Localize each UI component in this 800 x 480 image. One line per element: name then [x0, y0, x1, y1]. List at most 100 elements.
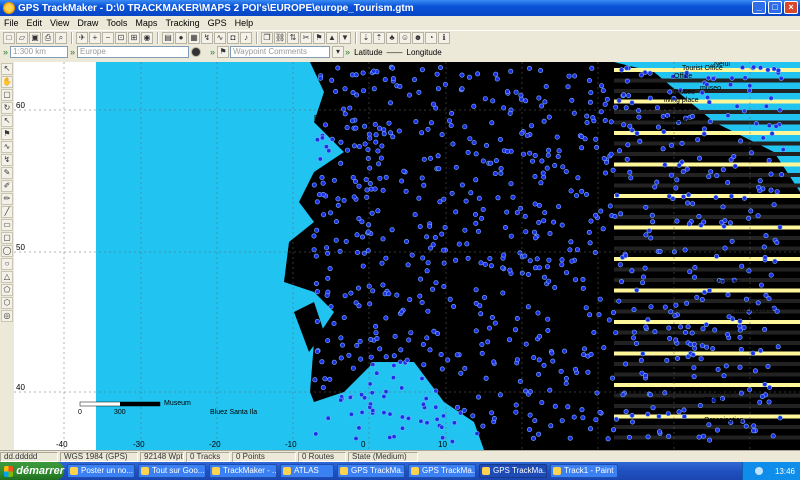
poi-marker — [771, 66, 777, 72]
zoom-box-icon[interactable]: ⊡ — [115, 31, 127, 44]
poi-marker — [559, 257, 565, 263]
find-icon[interactable]: ⌕ — [55, 31, 67, 44]
rounded-rect-icon[interactable]: ▢ — [1, 232, 13, 244]
zoom-in-icon[interactable]: + — [89, 31, 101, 44]
line-icon[interactable]: ╱ — [1, 206, 13, 218]
print-icon[interactable]: ⎙ — [42, 31, 54, 44]
waypoint-icon[interactable]: ⚑ — [313, 31, 325, 44]
arrow-up-icon[interactable]: ▲ — [326, 31, 338, 44]
menu-file[interactable]: File — [4, 18, 19, 28]
network-icon[interactable] — [754, 467, 763, 475]
audio-icon[interactable]: ♪ — [240, 31, 252, 44]
link-icon[interactable]: ⛓ — [274, 31, 286, 44]
menu-tracking[interactable]: Tracking — [165, 18, 199, 28]
close-button[interactable]: × — [784, 1, 798, 14]
taskbar-button[interactable]: Tout sur Goo... — [138, 464, 206, 478]
zoom-out-icon[interactable]: − — [102, 31, 114, 44]
menu-view[interactable]: View — [50, 18, 69, 28]
menu-tools[interactable]: Tools — [106, 18, 127, 28]
expand-arrow-icon[interactable]: » — [345, 47, 350, 57]
menu-edit[interactable]: Edit — [27, 18, 43, 28]
pentagon-icon[interactable]: ⬠ — [1, 284, 13, 296]
taskbar-button[interactable]: ATLAS — [280, 464, 334, 478]
tree-icon[interactable]: ♣ — [386, 31, 398, 44]
target-icon[interactable]: ◎ — [1, 310, 13, 322]
circle-icon[interactable]: ○ — [1, 258, 13, 270]
triangle-icon[interactable]: △ — [1, 271, 13, 283]
map-view[interactable]: 60 50 40 -40 -30 -20 -10 0 10 20 30 40 50 0 300 Peak Ha… — [14, 62, 800, 450]
start-button[interactable]: démarrer — [0, 462, 64, 480]
expand-arrow-icon[interactable]: » — [210, 47, 215, 57]
person2-icon[interactable]: ☻ — [412, 31, 424, 44]
taskbar-button[interactable]: TrackMaker - ... — [209, 464, 277, 478]
scissors-icon[interactable]: ✂ — [300, 31, 312, 44]
pan-icon[interactable]: ✋ — [1, 76, 13, 88]
new-icon[interactable]: □ — [3, 31, 15, 44]
expand-arrow-icon[interactable]: » — [3, 47, 8, 57]
open-icon[interactable]: ▱ — [16, 31, 28, 44]
gps-receive-icon[interactable]: ⇣ — [360, 31, 372, 44]
map-icon[interactable]: ▦ — [188, 31, 200, 44]
gps-icon[interactable]: ✈ — [76, 31, 88, 44]
taskbar-button[interactable]: GPS TrackMa... — [337, 464, 405, 478]
poi-marker — [513, 409, 519, 415]
taskbar-button[interactable]: Poster un no... — [67, 464, 135, 478]
waypoint-tool-icon[interactable]: ⚑ — [1, 128, 13, 140]
sort-icon[interactable]: ⇅ — [287, 31, 299, 44]
route-icon[interactable]: ↯ — [201, 31, 213, 44]
pointer-icon[interactable]: ↖ — [1, 115, 13, 127]
expand-arrow-icon[interactable]: » — [70, 47, 75, 57]
rectangle-icon[interactable]: ▭ — [1, 219, 13, 231]
poi-label: Organisation — [704, 417, 744, 424]
zoom-icon[interactable]: ▢ — [1, 89, 13, 101]
menu-maps[interactable]: Maps — [135, 18, 157, 28]
eyedropper-icon[interactable]: ✏ — [1, 193, 13, 205]
ellipse-icon[interactable]: ◯ — [1, 245, 13, 257]
waypoint-filter-icon[interactable]: ⚑ — [217, 46, 230, 58]
taskbar-button[interactable]: GPS TrackMa... — [479, 464, 547, 478]
taskbar-button[interactable]: GPS TrackMa... — [408, 464, 476, 478]
waypoint-comments-field[interactable]: Waypoint Comments — [230, 46, 331, 58]
globe-icon[interactable]: ● — [175, 31, 187, 44]
gps-send-icon[interactable]: ⇡ — [373, 31, 385, 44]
hexagon-icon[interactable]: ⬡ — [1, 297, 13, 309]
poi-marker — [498, 170, 504, 176]
select-icon[interactable]: ↖ — [1, 63, 13, 75]
poi-marker — [487, 256, 493, 262]
menu-gps[interactable]: GPS — [208, 18, 227, 28]
save-icon[interactable]: ▣ — [29, 31, 41, 44]
info-icon[interactable]: ℹ — [438, 31, 450, 44]
maximize-button[interactable]: □ — [768, 1, 782, 14]
menu-help[interactable]: Help — [235, 18, 254, 28]
rotate-icon[interactable]: ↻ — [1, 102, 13, 114]
region-select[interactable]: Europe — [77, 46, 190, 58]
gauge-icon[interactable]: ◔ — [425, 31, 437, 44]
title-bar[interactable]: GPS TrackMaker - D:\0 TRACKMAKER\MAPS 2 … — [0, 0, 800, 16]
arrow-down-icon[interactable]: ▼ — [339, 31, 351, 44]
view-icon[interactable]: ◉ — [141, 31, 153, 44]
poi-marker — [320, 192, 326, 198]
menu-draw[interactable]: Draw — [77, 18, 98, 28]
drawing-tools: ↖ ✋ ▢ ↻ ↖ ⚑ ∿ ↯ ✎ ✐ ✏ ╱ ▭ ▢ ◯ ○ △ ⬠ ⬡ ◎ — [0, 62, 14, 450]
camera-icon[interactable]: ◘ — [227, 31, 239, 44]
pencil-icon[interactable]: ✎ — [1, 167, 13, 179]
status-bar: dd.ddddd WGS 1984 (GPS) 92148 Wpts 0 Tra… — [0, 450, 800, 462]
map-canvas[interactable]: 60 50 40 -40 -30 -20 -10 0 10 20 30 40 50 0 300 Peak Ha… — [14, 62, 800, 450]
paint-icon[interactable]: ✐ — [1, 180, 13, 192]
layer-icon[interactable]: ▤ — [162, 31, 174, 44]
taskbar-button[interactable]: Track1 - Paint — [550, 464, 618, 478]
poi-marker — [347, 394, 353, 400]
zoom-all-icon[interactable]: ⊞ — [128, 31, 140, 44]
scale-field[interactable]: 1:300 km — [10, 46, 69, 58]
dropdown-icon[interactable]: ▾ — [332, 46, 345, 58]
poi-marker — [722, 218, 728, 224]
minimize-button[interactable]: _ — [752, 1, 766, 14]
person-icon[interactable]: ☺ — [399, 31, 411, 44]
route-tool-icon[interactable]: ↯ — [1, 154, 13, 166]
track-tool-icon[interactable]: ∿ — [1, 141, 13, 153]
copy-icon[interactable]: ❐ — [261, 31, 273, 44]
track-icon[interactable]: ∿ — [214, 31, 226, 44]
poi-marker — [599, 83, 605, 89]
poi-marker — [462, 365, 468, 371]
color-dot-icon[interactable] — [191, 47, 202, 57]
